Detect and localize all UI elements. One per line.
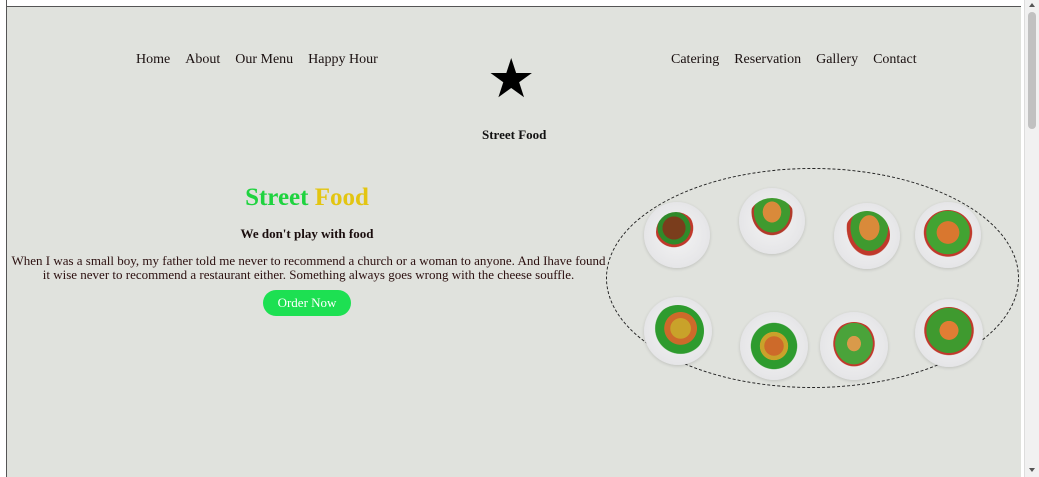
nav-about[interactable]: About bbox=[185, 52, 220, 67]
nav-right: Catering Reservation Gallery Contact bbox=[671, 52, 932, 68]
vertical-scrollbar[interactable] bbox=[1024, 0, 1039, 477]
scroll-down-arrow-icon[interactable] bbox=[1029, 468, 1035, 472]
hero-text: When I was a small boy, my father told m… bbox=[11, 253, 606, 282]
food-plate-image bbox=[834, 203, 900, 269]
nav-catering[interactable]: Catering bbox=[671, 52, 719, 67]
page-border bbox=[7, 6, 1021, 7]
hero-title: Street Food bbox=[7, 183, 607, 213]
order-now-button[interactable]: Order Now bbox=[262, 290, 352, 316]
nav-our-menu[interactable]: Our Menu bbox=[235, 52, 293, 67]
hero-title-word2: Food bbox=[314, 184, 369, 211]
hero-subtitle: We don't play with food bbox=[240, 226, 374, 241]
hero-title-word1: Street bbox=[245, 184, 309, 211]
nav-left: Home About Our Menu Happy Hour bbox=[136, 52, 393, 68]
page: Home About Our Menu Happy Hour ★ Street Foo… bbox=[7, 7, 1021, 477]
nav-happy-hour[interactable]: Happy Hour bbox=[308, 52, 378, 67]
food-plate-image bbox=[644, 202, 710, 268]
scroll-up-arrow-icon[interactable] bbox=[1029, 3, 1035, 7]
scroll-thumb[interactable] bbox=[1028, 12, 1036, 129]
food-plate-image bbox=[915, 299, 983, 367]
food-plate-image bbox=[739, 188, 805, 254]
logo-text: Street Food bbox=[482, 127, 547, 142]
nav-reservation[interactable]: Reservation bbox=[734, 52, 801, 67]
star-icon[interactable]: ★ bbox=[487, 52, 535, 106]
nav-contact[interactable]: Contact bbox=[873, 52, 917, 67]
nav-home[interactable]: Home bbox=[136, 52, 170, 67]
food-plate-image bbox=[740, 312, 808, 380]
hero: Street Food We don't play with food When… bbox=[7, 183, 607, 316]
food-plate-image bbox=[644, 297, 712, 365]
browser-frame-left bbox=[0, 0, 7, 477]
food-plate-image bbox=[915, 202, 981, 268]
nav-gallery[interactable]: Gallery bbox=[816, 52, 858, 67]
food-plate-image bbox=[820, 312, 888, 380]
